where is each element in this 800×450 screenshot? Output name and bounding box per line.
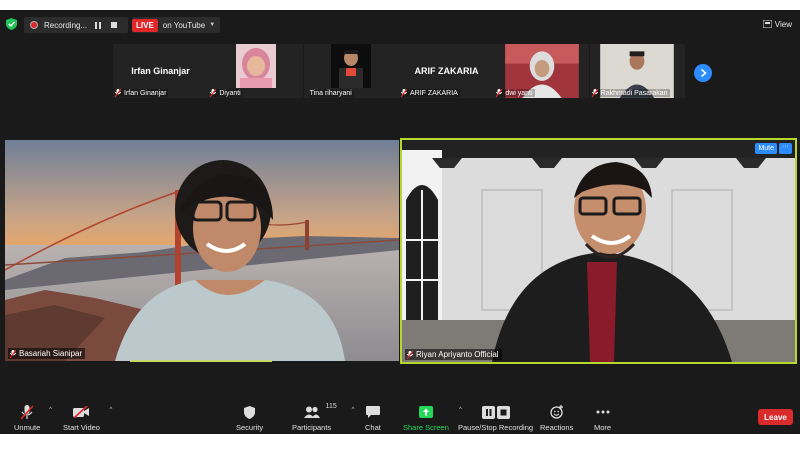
more-dots-icon	[596, 410, 610, 414]
stop-recording-icon[interactable]	[108, 19, 120, 31]
emoji-add-icon	[550, 405, 563, 419]
next-page-button[interactable]	[694, 64, 712, 82]
more-button[interactable]: More	[594, 404, 611, 432]
zoom-meeting-window: Recording... LIVE on YouTube ▼ View Irfa…	[0, 10, 800, 434]
muted-microphone-icon	[21, 404, 34, 420]
participant-video-left[interactable]: Basariah Sianipar	[5, 140, 399, 361]
participant-name-label: Basariah Sianipar	[8, 348, 86, 359]
participants-icon	[303, 406, 320, 418]
pause-stop-recording-button[interactable]: Pause/Stop Recording	[458, 404, 533, 432]
pause-stop-icon	[481, 405, 510, 419]
muted-mic-icon	[10, 349, 16, 358]
participant-name-label: ARIF ZAKARIA	[400, 89, 460, 97]
recording-indicator: Recording...	[24, 17, 128, 33]
participant-video	[235, 44, 276, 88]
participants-label: Participants	[292, 423, 332, 432]
participants-count: 115	[325, 403, 337, 410]
chat-bubble-icon	[365, 406, 380, 418]
record-dot-icon	[30, 21, 38, 29]
shield-icon	[244, 405, 256, 419]
live-badge: LIVE	[132, 18, 158, 32]
caret-up-icon[interactable]: ^	[49, 407, 52, 413]
share-screen-icon	[418, 406, 433, 418]
unmute-button[interactable]: ^ Unmute	[14, 404, 52, 432]
muted-mic-icon	[400, 89, 407, 97]
security-label: Security	[236, 423, 264, 432]
participant-tile[interactable]: ARIF ZAKARIA ARIF ZAKARIA	[398, 44, 494, 98]
pause-recording-label: Pause/Stop Recording	[458, 423, 534, 432]
muted-mic-icon	[496, 89, 503, 97]
chevron-right-icon	[700, 69, 707, 77]
unmute-label: Unmute	[14, 423, 41, 432]
participant-tile[interactable]: Irfan Ginanjar Irfan Ginanjar	[113, 44, 208, 98]
video-feed-bridge-background	[5, 140, 399, 361]
live-stream-dropdown[interactable]: LIVE on YouTube ▼	[132, 17, 221, 33]
chat-button[interactable]: Chat	[365, 404, 381, 432]
participant-tile[interactable]: Diyanti	[208, 44, 304, 98]
caret-down-icon: ▼	[209, 22, 216, 28]
participant-tile[interactable]: dwi yanti	[494, 44, 590, 98]
mute-participant-button[interactable]: Mute	[755, 143, 777, 154]
video-off-icon	[73, 406, 90, 418]
participant-video	[331, 44, 372, 88]
more-options-button[interactable]: ···	[779, 143, 792, 154]
participant-video-right[interactable]: Mute ··· Riyan Apriyanto Official	[400, 138, 797, 364]
muted-mic-icon	[407, 350, 413, 359]
shield-check-icon[interactable]	[6, 18, 17, 30]
caret-up-icon[interactable]: ^	[352, 407, 355, 413]
start-video-label: Start Video	[63, 423, 100, 432]
reactions-label: Reactions	[540, 423, 574, 432]
participant-filmstrip: Irfan Ginanjar Irfan Ginanjar Diyanti Ti…	[113, 44, 685, 98]
participants-button[interactable]: 115 ^ Participants	[292, 403, 354, 432]
participant-name-label: dwi yanti	[496, 89, 535, 97]
pause-recording-icon[interactable]	[92, 19, 104, 31]
caret-up-icon[interactable]: ^	[109, 407, 112, 413]
participant-tile[interactable]: Tina riharyani	[303, 44, 399, 98]
participant-name-label: Irfan Ginanjar	[115, 89, 169, 97]
participant-name: Diyanti	[219, 89, 241, 97]
share-screen-button[interactable]: ^ Share Screen	[403, 404, 462, 432]
participant-display-name: ARIF ZAKARIA	[414, 66, 479, 76]
leave-button[interactable]: Leave	[758, 409, 793, 425]
view-button[interactable]: View	[762, 17, 792, 31]
participant-name-label: Diyanti	[210, 89, 243, 97]
more-label: More	[594, 423, 612, 432]
muted-mic-icon	[591, 89, 598, 97]
share-screen-label: Share Screen	[403, 423, 449, 432]
video-feed-studio-background	[402, 140, 795, 362]
muted-mic-icon	[115, 89, 121, 97]
participant-name: Tina riharyani	[309, 90, 352, 97]
participant-name: Irfan Ginanjar	[124, 89, 167, 97]
view-label: View	[774, 19, 792, 29]
participant-name-label: Riyan Apriyanto Official	[405, 349, 502, 360]
chat-label: Chat	[365, 423, 381, 432]
participant-display-name: Irfan Ginanjar	[131, 66, 190, 76]
audio-level-bar	[130, 360, 272, 362]
participant-name: Basariah Sianipar	[19, 349, 83, 358]
muted-mic-icon	[210, 89, 217, 97]
security-button[interactable]: Security	[236, 404, 263, 432]
grid-view-icon	[762, 20, 772, 28]
top-bar: Recording... LIVE on YouTube ▼ View	[0, 10, 800, 38]
meeting-toolbar: ^ Unmute ^ Start Video Security 115 ^ Pa…	[0, 403, 800, 434]
live-target-label: on YouTube	[162, 20, 206, 30]
participant-name: dwi yanti	[505, 89, 533, 97]
participant-tile[interactable]: Rakhmadi Pasarakan	[589, 44, 685, 98]
participant-name-label: Tina riharyani	[309, 90, 354, 97]
page-background	[0, 434, 800, 450]
reactions-button[interactable]: Reactions	[540, 404, 573, 432]
participant-name: Rakhmadi Pasarakan	[600, 89, 668, 97]
recording-label: Recording...	[44, 20, 88, 30]
participant-name: ARIF ZAKARIA	[409, 89, 458, 97]
participant-name-label: Rakhmadi Pasarakan	[591, 89, 670, 97]
participant-name: Riyan Apriyanto Official	[416, 350, 499, 359]
start-video-button[interactable]: ^ Start Video	[63, 404, 112, 432]
